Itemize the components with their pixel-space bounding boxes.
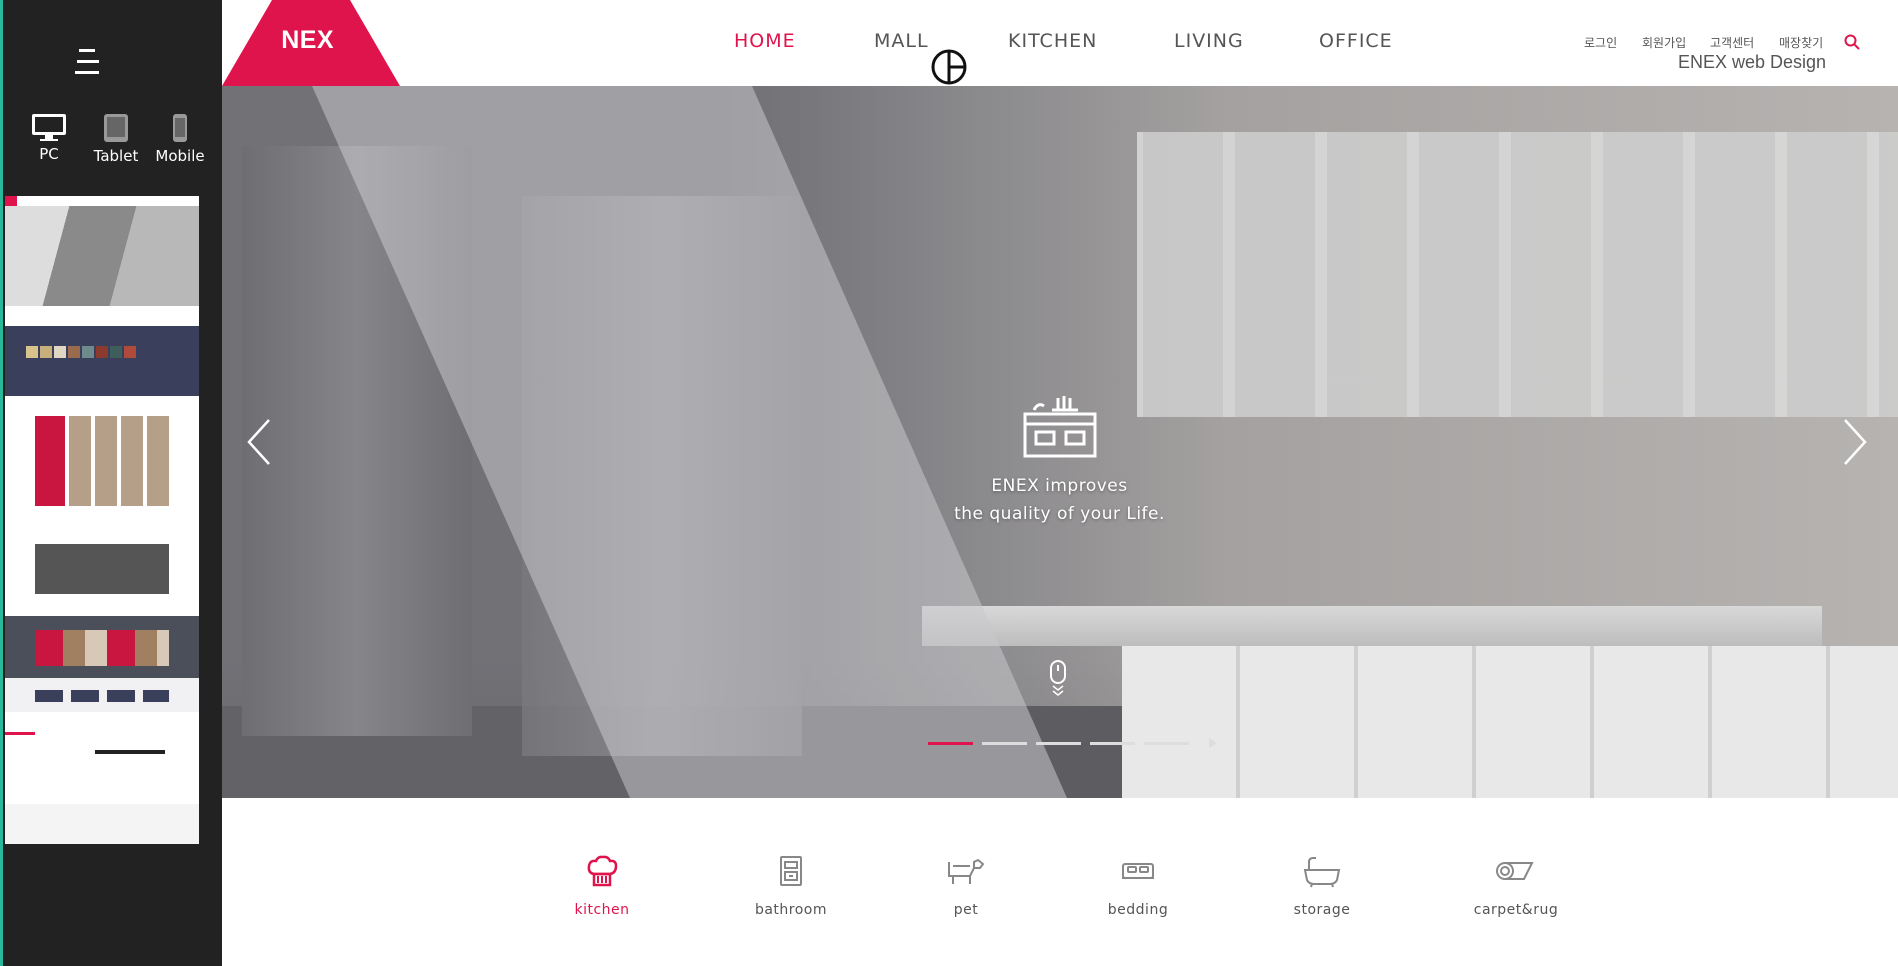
menu-icon[interactable] <box>75 49 99 75</box>
prev-slide-arrow[interactable] <box>246 418 272 466</box>
device-tablet-button[interactable]: Tablet <box>91 112 141 165</box>
preview-colors <box>5 326 199 396</box>
device-label: Mobile <box>155 147 205 165</box>
tagline-line-1: ENEX improves <box>991 476 1128 496</box>
preview-magazine <box>5 396 199 526</box>
dog-icon <box>948 858 985 884</box>
logo-first-letter: E <box>264 26 282 54</box>
cabinet-icon <box>780 856 802 886</box>
slide-dot-2[interactable] <box>982 742 1027 745</box>
device-pc-button[interactable]: PC <box>27 112 71 163</box>
hero-countertop <box>922 606 1822 646</box>
category-label: kitchen <box>574 902 630 918</box>
category-bar: kitchen bathroom pet bedding storage car… <box>222 798 1898 966</box>
kitchen-stove-icon <box>1023 396 1097 458</box>
login-link[interactable]: 로그인 <box>1584 34 1617 51</box>
page-preview-thumbnail[interactable] <box>5 196 199 844</box>
bathtub-icon <box>1303 857 1341 888</box>
nav-home[interactable]: HOME <box>734 30 796 52</box>
category-label: bedding <box>1107 902 1169 918</box>
nav-kitchen[interactable]: KITCHEN <box>1008 30 1097 52</box>
design-caption: ENEX web Design <box>1678 52 1827 72</box>
chef-hat-icon <box>587 855 618 887</box>
enex-logo[interactable]: ENEX <box>264 26 334 55</box>
category-bedding[interactable]: bedding <box>1078 854 1198 918</box>
preview-philosophy <box>5 712 199 804</box>
category-storage[interactable]: storage <box>1262 854 1382 918</box>
slide-dot-1[interactable] <box>928 742 973 745</box>
store-finder-link[interactable]: 매장찾기 <box>1779 34 1823 51</box>
rug-roll-icon <box>1496 862 1534 880</box>
slide-dot-3[interactable] <box>1036 742 1081 745</box>
category-carpet-rug[interactable]: carpet&rug <box>1456 854 1576 918</box>
preview-news <box>5 804 199 844</box>
bed-icon <box>1122 863 1154 879</box>
category-kitchen[interactable]: kitchen <box>542 854 662 918</box>
scroll-mouse-icon[interactable] <box>1048 660 1068 698</box>
site-header: ENEX HOME MALL KITCHEN LIVING OFFICE 로그인… <box>222 0 1898 86</box>
hero-wall-cabinets <box>1137 132 1898 417</box>
category-bathroom[interactable]: bathroom <box>731 854 851 918</box>
category-pet[interactable]: pet <box>906 854 1026 918</box>
slide-dot-4[interactable] <box>1090 742 1135 745</box>
nav-office[interactable]: OFFICE <box>1319 30 1393 52</box>
page: PC Tablet Mobile ENEX HOME MALL KITCHEN … <box>0 0 1898 966</box>
category-label: storage <box>1293 902 1351 918</box>
slide-dot-5[interactable] <box>1144 742 1189 745</box>
customer-center-link[interactable]: 고객센터 <box>1710 34 1754 51</box>
logo-rest: NEX <box>281 26 335 54</box>
preview-categories <box>5 306 199 326</box>
hero-base-cabinets <box>1122 646 1898 798</box>
hero-slider: ENEX improves the quality of your Life. <box>222 86 1898 798</box>
device-mobile-button[interactable]: Mobile <box>155 112 205 165</box>
category-label: pet <box>953 902 979 918</box>
category-label: bathroom <box>754 902 828 918</box>
preview-about <box>5 678 199 712</box>
nav-mall[interactable]: MALL <box>874 30 929 52</box>
preview-blog <box>5 616 199 678</box>
preview-hero <box>5 196 199 306</box>
signup-link[interactable]: 회원가입 <box>1642 34 1686 51</box>
preview-video <box>5 526 199 616</box>
category-label: carpet&rug <box>1473 902 1559 918</box>
device-label: Tablet <box>93 147 139 165</box>
cursor-icon <box>931 49 967 85</box>
viewer-sidebar: PC Tablet Mobile <box>0 0 222 966</box>
nav-living[interactable]: LIVING <box>1174 30 1244 52</box>
device-label: PC <box>39 145 59 163</box>
next-slide-arrow[interactable] <box>1842 418 1868 466</box>
hero-tagline: ENEX improves the quality of your Life. <box>932 472 1187 528</box>
search-icon[interactable] <box>1844 34 1860 50</box>
tablet-icon <box>104 114 128 142</box>
tagline-line-2: the quality of your Life. <box>954 504 1165 524</box>
play-icon[interactable] <box>1208 737 1218 749</box>
mobile-icon <box>173 114 187 142</box>
monitor-icon <box>32 114 66 141</box>
